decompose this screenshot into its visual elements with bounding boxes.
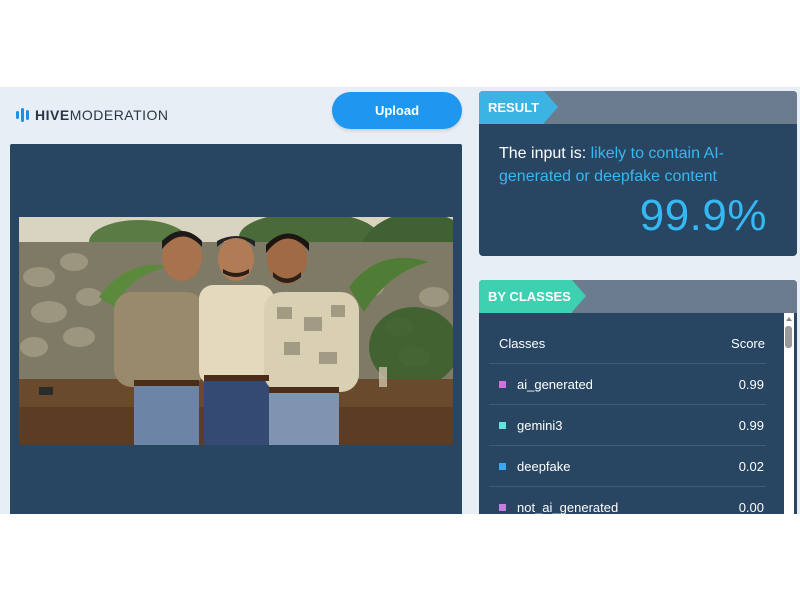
result-panel: RESULT The input is: likely to contain A…: [479, 91, 797, 256]
table-row: ai_generated 0.99: [489, 363, 766, 404]
upload-button[interactable]: Upload: [332, 92, 462, 129]
classes-scrollbar[interactable]: [784, 313, 794, 514]
result-panel-header: RESULT: [479, 91, 797, 124]
class-name: deepfake: [517, 458, 571, 474]
class-score: 0.02: [738, 458, 764, 474]
class-color-swatch: [499, 462, 506, 470]
class-name: gemini3: [517, 417, 563, 433]
table-row: gemini3 0.99: [489, 404, 766, 445]
uploaded-photo: [19, 217, 453, 445]
class-color-swatch: [499, 380, 506, 388]
classes-tag: BY CLASSES: [479, 280, 586, 313]
scroll-thumb[interactable]: [785, 326, 792, 348]
class-score: 0.99: [738, 417, 764, 433]
confidence-score: 99.9%: [639, 191, 767, 240]
class-color-swatch: [499, 503, 506, 511]
brand-suffix: MODERATION: [69, 107, 169, 123]
table-row: not_ai_generated 0.00: [489, 486, 766, 514]
class-name: ai_generated: [517, 376, 593, 392]
classes-table-header: Classes Score: [499, 336, 765, 351]
brand-name: HIVE: [35, 107, 70, 123]
scroll-up-arrow-icon[interactable]: [786, 317, 792, 321]
result-tag: RESULT: [479, 91, 558, 124]
class-color-swatch: [499, 421, 506, 429]
verdict-prefix: The input is:: [499, 145, 591, 162]
brand-logo: HIVEMODERATION: [16, 107, 169, 123]
image-preview-panel: [10, 144, 462, 514]
classes-panel: BY CLASSES Classes Score ai_generated 0.…: [479, 280, 797, 514]
classes-table: ai_generated 0.99 gemini3 0.99 deepfake …: [479, 363, 785, 514]
class-score: 0.00: [738, 499, 764, 515]
classes-panel-header: BY CLASSES: [479, 280, 797, 313]
hive-logo-icon: [16, 108, 29, 122]
class-name: not_ai_generated: [517, 499, 619, 515]
col-classes: Classes: [499, 336, 546, 351]
table-row: deepfake 0.02: [489, 445, 766, 486]
verdict-text: The input is: likely to contain AI-gener…: [499, 142, 779, 188]
app-window: HIVEMODERATION Upload RESULT The input i…: [0, 87, 800, 514]
class-score: 0.99: [738, 376, 764, 392]
col-score: Score: [731, 336, 765, 351]
